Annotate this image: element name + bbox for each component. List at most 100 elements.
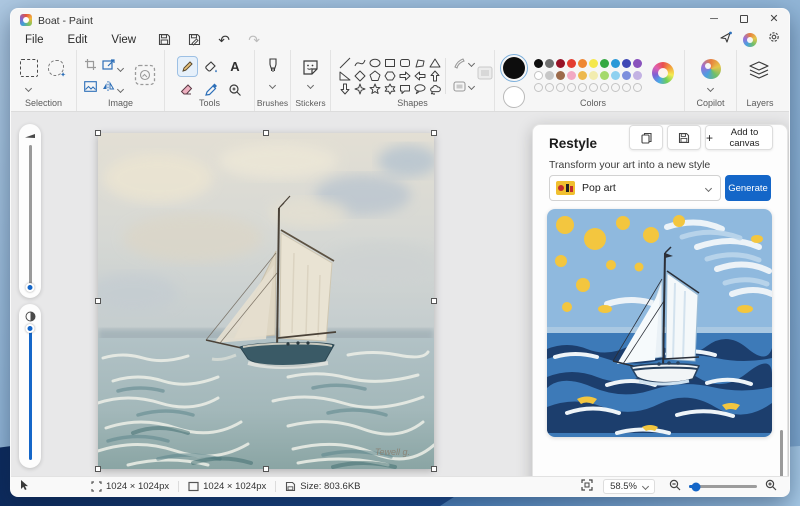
magic-select-icon[interactable] bbox=[134, 64, 156, 91]
polygon-shape-icon[interactable] bbox=[414, 57, 426, 69]
stickers-icon[interactable] bbox=[302, 59, 319, 81]
color-swatch[interactable] bbox=[534, 70, 543, 80]
diamond-shape-icon[interactable] bbox=[354, 70, 366, 82]
thickness-slider-track[interactable] bbox=[25, 145, 35, 292]
selection-handle-middle-left[interactable] bbox=[95, 298, 101, 304]
pencil-tool-icon[interactable] bbox=[176, 56, 198, 77]
color-swatch[interactable] bbox=[611, 58, 620, 68]
opacity-slider-thumb[interactable] bbox=[25, 324, 35, 333]
text-tool-icon[interactable]: A bbox=[225, 56, 246, 77]
zoom-in-icon[interactable] bbox=[765, 479, 777, 494]
five-point-star-shape-icon[interactable] bbox=[369, 83, 381, 95]
arrow-left-shape-icon[interactable] bbox=[414, 70, 426, 82]
curve-shape-icon[interactable] bbox=[354, 57, 366, 69]
edit-colors-wheel-icon[interactable] bbox=[652, 62, 674, 84]
color-swatch[interactable] bbox=[633, 70, 642, 80]
style-selector-dropdown[interactable]: Pop art bbox=[549, 175, 721, 201]
magnifier-tool-icon[interactable] bbox=[225, 79, 246, 100]
color-swatch[interactable] bbox=[567, 58, 576, 68]
share-icon[interactable] bbox=[719, 31, 733, 49]
color-swatch[interactable] bbox=[622, 58, 631, 68]
save-icon[interactable] bbox=[152, 31, 176, 48]
color-swatch[interactable] bbox=[600, 58, 609, 68]
empty-color-slot[interactable] bbox=[578, 82, 587, 92]
color-picker-tool-icon[interactable] bbox=[201, 79, 222, 100]
selection-handle-middle-right[interactable] bbox=[431, 298, 437, 304]
color-swatch[interactable] bbox=[611, 70, 620, 80]
empty-color-slot[interactable] bbox=[622, 82, 631, 92]
triangle-shape-icon[interactable] bbox=[429, 57, 441, 69]
empty-color-slot[interactable] bbox=[589, 82, 598, 92]
empty-color-slot[interactable] bbox=[600, 82, 609, 92]
canvas[interactable]: Tewell g. bbox=[88, 130, 438, 472]
maximize-button[interactable] bbox=[729, 9, 759, 28]
empty-color-slot[interactable] bbox=[556, 82, 565, 92]
color-swatch[interactable] bbox=[633, 58, 642, 68]
zoom-slider-thumb[interactable] bbox=[691, 482, 701, 491]
save-result-button[interactable] bbox=[667, 125, 701, 150]
zoom-out-icon[interactable] bbox=[669, 479, 681, 494]
shape-outline-icon[interactable] bbox=[453, 57, 476, 69]
foreground-color-swatch[interactable] bbox=[500, 54, 528, 82]
eraser-tool-icon[interactable] bbox=[177, 79, 198, 100]
undo-icon[interactable]: ↶ bbox=[212, 31, 236, 48]
selection-dropdown-chevron-icon[interactable] bbox=[24, 84, 33, 93]
shape-fill-icon[interactable] bbox=[453, 81, 476, 92]
speech-bubble-shape-icon[interactable] bbox=[399, 83, 411, 95]
rectangle-select-icon[interactable] bbox=[20, 59, 38, 77]
selection-handle-bottom-right[interactable] bbox=[431, 466, 437, 472]
empty-color-slot[interactable] bbox=[611, 82, 620, 92]
empty-color-slot[interactable] bbox=[567, 82, 576, 92]
brushes-icon[interactable] bbox=[266, 58, 280, 81]
rotate-flip-icon[interactable] bbox=[102, 79, 128, 97]
selection-handle-top-middle[interactable] bbox=[263, 130, 269, 136]
color-swatch[interactable] bbox=[556, 70, 565, 80]
color-swatch[interactable] bbox=[600, 70, 609, 80]
color-swatch[interactable] bbox=[622, 70, 631, 80]
zoom-level-dropdown[interactable]: 58.5% bbox=[603, 479, 655, 494]
thought-cloud-shape-icon[interactable] bbox=[429, 83, 441, 95]
fit-to-screen-icon[interactable] bbox=[581, 479, 593, 494]
rectangle-shape-icon[interactable] bbox=[384, 57, 396, 69]
arrow-down-shape-icon[interactable] bbox=[339, 83, 351, 95]
copilot-titlebar-icon[interactable] bbox=[743, 32, 757, 47]
color-swatch[interactable] bbox=[545, 58, 554, 68]
color-swatch[interactable] bbox=[578, 58, 587, 68]
panel-scrollbar[interactable] bbox=[780, 430, 783, 482]
brushes-dropdown-chevron-icon[interactable] bbox=[268, 81, 277, 90]
line-shape-icon[interactable] bbox=[339, 57, 351, 69]
selection-handle-bottom-middle[interactable] bbox=[263, 466, 269, 472]
fill-tool-icon[interactable] bbox=[201, 56, 222, 77]
selection-handle-top-right[interactable] bbox=[431, 130, 437, 136]
hexagon-shape-icon[interactable] bbox=[384, 70, 396, 82]
crop-icon[interactable] bbox=[84, 58, 102, 76]
copilot-ribbon-icon[interactable] bbox=[701, 59, 721, 79]
color-swatch[interactable] bbox=[556, 58, 565, 68]
freeform-select-icon[interactable] bbox=[48, 60, 66, 79]
resize-icon[interactable] bbox=[102, 58, 128, 76]
color-swatch[interactable] bbox=[545, 70, 554, 80]
color-swatch[interactable] bbox=[567, 70, 576, 80]
menu-file[interactable]: File bbox=[15, 32, 54, 48]
minimize-button[interactable]: ─ bbox=[699, 9, 729, 28]
close-button[interactable]: ✕ bbox=[759, 9, 789, 28]
add-to-canvas-button[interactable]: + Add to canvas bbox=[705, 125, 773, 150]
right-triangle-shape-icon[interactable] bbox=[339, 70, 351, 82]
generate-button[interactable]: Generate bbox=[725, 175, 771, 201]
menu-view[interactable]: View bbox=[101, 32, 146, 48]
image-options-icon[interactable] bbox=[84, 79, 102, 97]
oval-speech-shape-icon[interactable] bbox=[414, 83, 426, 95]
pentagon-shape-icon[interactable] bbox=[369, 70, 381, 82]
color-swatch[interactable] bbox=[589, 70, 598, 80]
empty-color-slot[interactable] bbox=[545, 82, 554, 92]
empty-color-slot[interactable] bbox=[633, 82, 642, 92]
redo-icon[interactable]: ↷ bbox=[242, 31, 266, 48]
four-point-star-shape-icon[interactable] bbox=[354, 83, 366, 95]
menu-edit[interactable]: Edit bbox=[58, 32, 98, 48]
background-color-swatch[interactable] bbox=[500, 83, 528, 111]
layers-icon[interactable] bbox=[749, 61, 769, 84]
copy-result-button[interactable] bbox=[629, 125, 663, 150]
color-swatch[interactable] bbox=[589, 58, 598, 68]
arrow-up-shape-icon[interactable] bbox=[429, 70, 441, 82]
color-swatch[interactable] bbox=[578, 70, 587, 80]
